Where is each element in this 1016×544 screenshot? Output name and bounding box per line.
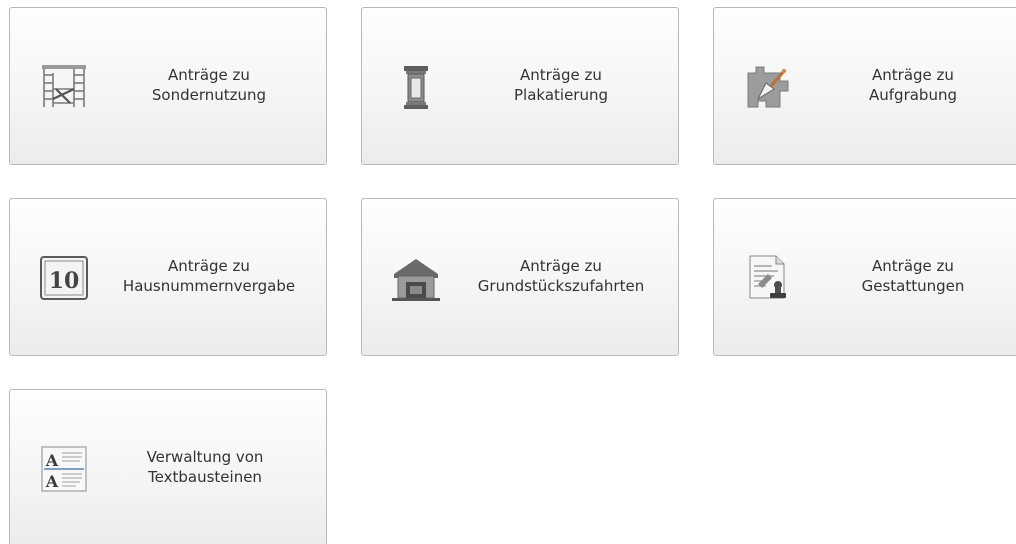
stamped-document-icon — [744, 254, 792, 302]
tile-label: Verwaltung von Textbausteinen — [90, 447, 320, 487]
svg-text:A: A — [45, 451, 59, 470]
garage-icon — [392, 254, 440, 302]
advertising-column-icon — [392, 63, 440, 111]
tile-label: Anträge zu Hausnummernvergabe — [98, 256, 320, 296]
tile-label-line2: Grundstückszufahrten — [477, 277, 645, 295]
svg-text:A: A — [45, 472, 59, 491]
scaffold-icon — [40, 63, 88, 111]
trowel-icon — [744, 63, 792, 111]
tile-label-line2: Aufgrabung — [869, 86, 957, 104]
tile-label-line2: Hausnummernvergabe — [122, 277, 296, 295]
house-number-icon: 10 — [38, 252, 90, 304]
tile-label-line2: Plakatierung — [514, 86, 608, 104]
tile-label-line1: Anträge zu — [168, 257, 250, 275]
tile-label-line1: Anträge zu — [872, 66, 954, 84]
tile-grid: Anträge zu Sondernutzung Anträge zu Plak… — [0, 0, 1016, 544]
tile-label-line1: Anträge zu — [520, 257, 602, 275]
tile-label-line1: Anträge zu — [872, 257, 954, 275]
tile-plakatierung[interactable]: Anträge zu Plakatierung — [361, 7, 679, 165]
house-number-text: 10 — [49, 268, 80, 294]
tile-label-line2: Gestattungen — [861, 277, 965, 295]
tile-sondernutzung[interactable]: Anträge zu Sondernutzung — [9, 7, 327, 165]
tile-label: Anträge zu Gestattungen — [802, 256, 1016, 296]
text-blocks-icon: A A — [40, 445, 88, 493]
tile-label-line2: Textbausteinen — [148, 468, 262, 486]
tile-label-line1: Verwaltung von — [146, 448, 264, 466]
tile-hausnummernvergabe[interactable]: 10 Anträge zu Hausnummernvergabe — [9, 198, 327, 356]
tile-textbausteine[interactable]: A A Verwaltung von Textbausteinen — [9, 389, 327, 544]
tile-label-line1: Anträge zu — [168, 66, 250, 84]
tile-label: Anträge zu Aufgrabung — [802, 65, 1016, 105]
tile-grundstueckszufahrten[interactable]: Anträge zu Grundstückszufahrten — [361, 198, 679, 356]
tile-label: Anträge zu Plakatierung — [450, 65, 672, 105]
tile-label-line1: Anträge zu — [520, 66, 602, 84]
tile-aufgrabung[interactable]: Anträge zu Aufgrabung — [713, 7, 1016, 165]
tile-label-line2: Sondernutzung — [151, 86, 267, 104]
tile-gestattungen[interactable]: Anträge zu Gestattungen — [713, 198, 1016, 356]
tile-label: Anträge zu Sondernutzung — [98, 65, 320, 105]
tile-label: Anträge zu Grundstückszufahrten — [450, 256, 672, 296]
